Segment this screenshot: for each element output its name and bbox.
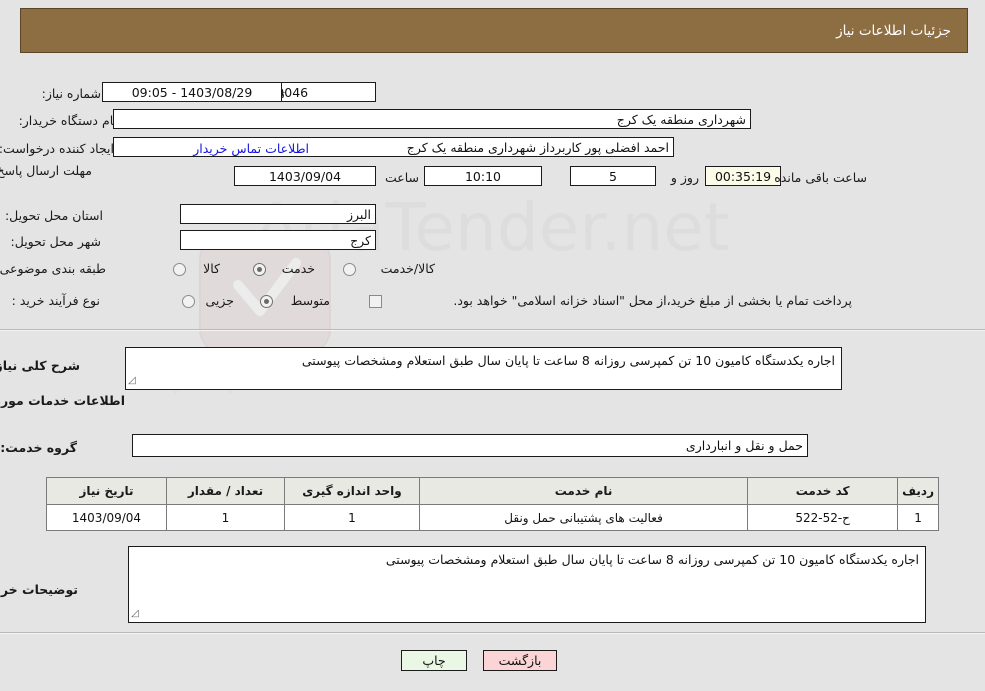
table-row: 1 ح-52-522 فعالیت های پشتیبانی حمل ونقل …	[46, 504, 939, 531]
radio-process-motevaset[interactable]	[260, 295, 273, 308]
svg-text:AriaTender.net: AriaTender.net	[254, 189, 729, 266]
need-summary-label: شرح کلی نیاز:	[0, 358, 80, 373]
services-section-title: اطلاعات خدمات مورد نیاز	[0, 393, 125, 408]
need-details-page: AriaTender.net جزئیات اطلاعات نیاز شماره…	[0, 0, 985, 691]
resize-grip-icon[interactable]: ◺	[128, 373, 136, 388]
resize-grip-icon-2[interactable]: ◺	[131, 606, 139, 621]
col-qty: تعداد / مقدار	[166, 477, 285, 505]
buyer-notes-value: اجاره یکدستگاه کامیون 10 تن کمپرسی روزان…	[385, 552, 919, 567]
radio-process-motevaset-label: متوسط	[290, 293, 330, 308]
cell-qty: 1	[166, 504, 285, 531]
deadline-time-value: 10:10	[424, 166, 542, 186]
delivery-city-label: شهر محل تحویل:	[10, 234, 101, 249]
service-group-label: گروه خدمت:	[0, 440, 77, 455]
service-group-value: حمل و نقل و انبارداری	[132, 434, 808, 457]
need-summary-value: اجاره یکدستگاه کامیون 10 تن کمپرسی روزان…	[301, 353, 835, 368]
table-header-row: ردیف کد خدمت نام خدمت واحد اندازه گیری ت…	[46, 477, 939, 505]
back-button[interactable]: بازگشت	[483, 650, 557, 671]
remaining-hours-label: ساعت باقی مانده	[774, 170, 867, 185]
buyer-notes-textarea[interactable]: اجاره یکدستگاه کامیون 10 تن کمپرسی روزان…	[128, 546, 926, 623]
col-row: ردیف	[897, 477, 939, 505]
purchase-process-label: نوع فرآیند خرید :	[11, 293, 100, 308]
buyer-notes-label: توضیحات خریدار:	[0, 582, 78, 597]
delivery-city-value: کرج	[180, 230, 376, 250]
services-table: ردیف کد خدمت نام خدمت واحد اندازه گیری ت…	[46, 477, 939, 531]
buyer-contact-link[interactable]: اطلاعات تماس خریدار	[193, 141, 309, 156]
services-table-wrapper: ردیف کد خدمت نام خدمت واحد اندازه گیری ت…	[46, 477, 939, 531]
countdown-timer: 00:35:19	[705, 166, 781, 186]
radio-process-jozii-label: جزیی	[205, 293, 234, 308]
treasury-bonds-note: پرداخت تمام یا بخشی از مبلغ خرید،از محل …	[453, 293, 852, 308]
days-remaining-value: 5	[570, 166, 656, 186]
divider-bottom	[0, 632, 985, 634]
cell-name: فعالیت های پشتیبانی حمل ونقل	[418, 504, 749, 531]
col-unit: واحد اندازه گیری	[284, 477, 420, 505]
radio-category-kala[interactable]	[173, 263, 186, 276]
hour-label: ساعت	[384, 170, 419, 185]
radio-category-kala-khedmat[interactable]	[343, 263, 356, 276]
category-label: طبقه بندی موضوعی:	[0, 261, 106, 276]
buyer-org-label: نام دستگاه خریدار:	[18, 113, 117, 128]
request-creator-label: ایجاد کننده درخواست:	[0, 141, 114, 156]
col-code: کد خدمت	[747, 477, 899, 505]
cell-date: 1403/09/04	[46, 504, 167, 531]
days-and-label: روز و	[670, 170, 699, 185]
delivery-province-value: البرز	[180, 204, 376, 224]
page-header: جزئیات اطلاعات نیاز	[20, 8, 968, 53]
need-number-label: شماره نیاز:	[41, 86, 101, 101]
deadline-date-value: 1403/09/04	[234, 166, 376, 186]
radio-category-khedmat-label: خدمت	[281, 261, 315, 276]
buyer-org-value: شهرداری منطقه یک کرج	[113, 109, 751, 129]
divider-top	[0, 329, 985, 331]
announce-datetime-value: 1403/08/29 - 09:05	[102, 82, 282, 102]
deadline-label: مهلت ارسال پاسخ: تا تاریخ:	[0, 163, 92, 178]
need-summary-textarea[interactable]: اجاره یکدستگاه کامیون 10 تن کمپرسی روزان…	[125, 347, 842, 390]
cell-code: ح-52-522	[747, 504, 899, 531]
col-name: نام خدمت	[418, 477, 749, 505]
radio-process-jozii[interactable]	[182, 295, 195, 308]
page-title: جزئیات اطلاعات نیاز	[836, 22, 951, 39]
radio-category-khedmat[interactable]	[253, 263, 266, 276]
treasury-bonds-checkbox[interactable]	[369, 295, 382, 308]
col-date: تاریخ نیاز	[46, 477, 167, 505]
radio-category-kala-khedmat-label: کالا/خدمت	[380, 261, 435, 276]
cell-unit: 1	[284, 504, 420, 531]
radio-category-kala-label: کالا	[203, 261, 220, 276]
delivery-province-label: استان محل تحویل:	[4, 208, 103, 223]
cell-row: 1	[897, 504, 939, 531]
print-button[interactable]: چاپ	[401, 650, 467, 671]
